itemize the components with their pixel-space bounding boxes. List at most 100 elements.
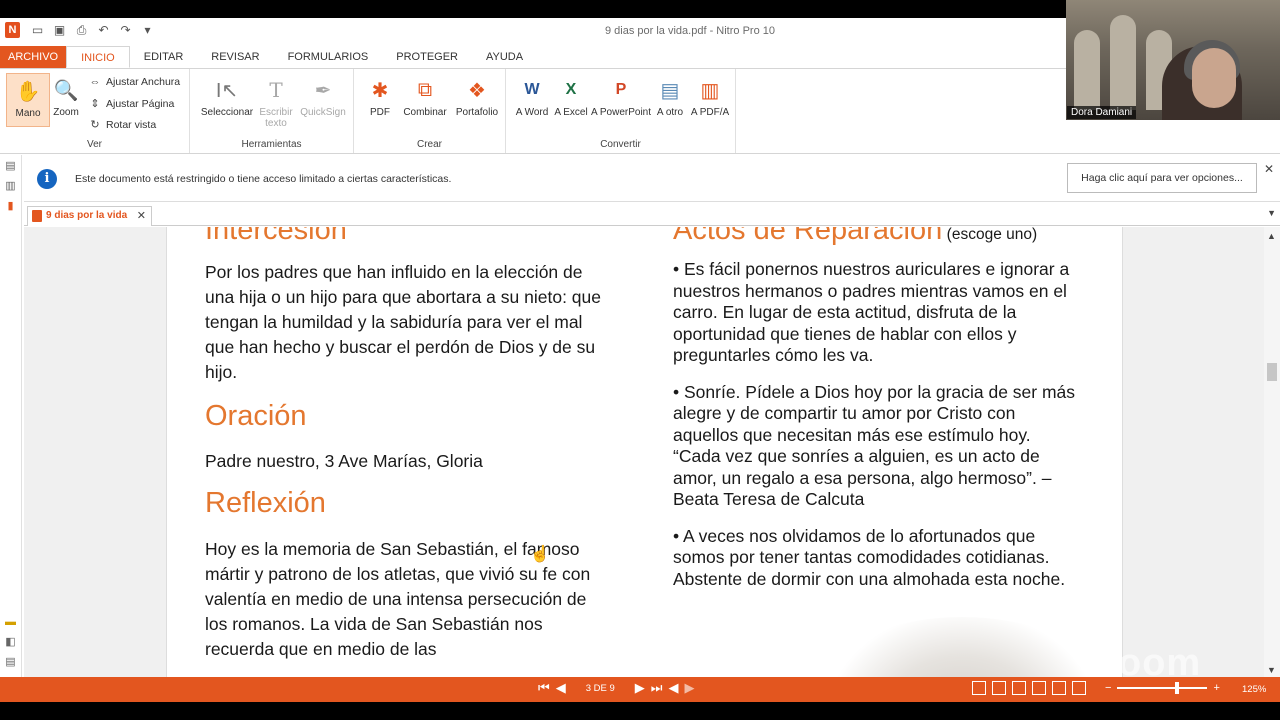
a-excel-button[interactable]: X A Excel [552,73,590,118]
group-label-convertir: Convertir [600,139,641,150]
tab-editar[interactable]: EDITAR [130,46,198,68]
paragraph-oracion: Padre nuestro, 3 Ave Marías, Gloria [205,451,483,471]
open-folder-icon[interactable]: ▭ [30,23,45,38]
bookmarks-panel-icon[interactable]: ▥ [4,179,17,193]
bullet-almohada: • A veces nos olvidamos de lo afortunado… [673,525,1066,589]
magnifier-icon: 🔍 [53,79,79,102]
document-tab-label: 9 dias por la vida [46,210,128,221]
portafolio-label: Portafolio [455,107,499,118]
word-icon: W [524,81,540,98]
a-word-label: A Word [515,107,549,118]
zoom-watermark-logo: zoom [1098,642,1202,684]
a-powerpoint-label: A PowerPoint [590,107,652,118]
paragraph-intercesion: Por los padres que han influido en la el… [205,262,601,382]
zoom-slider[interactable] [1117,682,1208,694]
tab-revisar[interactable]: REVISAR [197,46,273,68]
scrollbar-thumb[interactable] [1267,363,1277,381]
close-notice-icon[interactable]: ✕ [1264,162,1274,176]
page-decorative-image [832,617,1092,677]
combine-icon: ⧉ [417,78,433,101]
signatures-panel-icon[interactable]: ◧ [4,635,17,649]
pages-panel-icon[interactable]: ▤ [4,159,17,173]
split-view-icon[interactable] [1072,681,1086,695]
zoom-level[interactable]: 125% [1242,684,1266,695]
quicksign-button[interactable]: ✒ QuickSign [298,73,348,119]
first-page-icon[interactable]: ⏮ [538,680,550,696]
forward-view-icon[interactable]: ▶ [684,680,694,696]
zoom-button[interactable]: 🔍 Zoom [44,73,88,119]
comments-panel-icon[interactable]: ▬ [4,615,17,629]
group-label-herramientas: Herramientas [241,139,302,150]
view-options-button[interactable]: Haga clic aquí para ver opciones... [1067,163,1257,193]
participant-name: Dora Damiani [1067,106,1137,119]
rotar-vista-button[interactable]: ↻ Rotar vista [88,118,156,132]
seleccionar-label: Seleccionar [200,107,254,118]
tab-proteger[interactable]: PROTEGER [382,46,472,68]
combinar-label: Combinar [403,107,447,118]
heading-reflexion: Reflexión [205,487,326,519]
a-pdfa-button[interactable]: ▥ A PDF/A [688,73,732,119]
zoom-in-icon[interactable]: + [1213,682,1219,694]
ajustar-pagina-button[interactable]: ⇕ Ajustar Página [88,97,174,111]
excel-icon: X [565,81,577,98]
full-screen-view-icon[interactable] [1052,681,1066,695]
pdf-button[interactable]: ✱ PDF [358,73,402,119]
continuous-view-icon[interactable] [992,681,1006,695]
scroll-down-icon[interactable]: ▼ [1267,665,1276,675]
group-herramientas: I↖ Seleccionar T Escribir texto ✒ QuickS… [190,69,354,153]
close-tab-icon[interactable]: ✕ [137,207,146,225]
customize-icon[interactable]: ▾ [140,23,155,38]
fit-page-icon: ⇕ [90,98,100,110]
a-otro-label: A otro [656,107,684,118]
document-tabs: 9 dias por la vida ✕ ▼ [24,204,1280,226]
tab-archivo[interactable]: ARCHIVO [0,46,67,68]
previous-page-icon[interactable]: ◀ [556,680,566,696]
combinar-button[interactable]: ⧉ Combinar [400,73,450,119]
tab-inicio[interactable]: INICIO [66,46,130,68]
single-page-view-icon[interactable] [972,681,986,695]
back-view-icon[interactable]: ◀ [668,680,678,696]
undo-icon[interactable]: ↶ [96,23,111,38]
escribir-texto-button[interactable]: T Escribir texto [254,73,298,129]
tab-list-chevron-icon[interactable]: ▼ [1267,208,1276,218]
portfolio-icon: ❖ [468,79,486,102]
a-excel-label: A Excel [554,107,588,118]
other-format-icon: ▤ [660,79,680,102]
a-powerpoint-button[interactable]: P A PowerPoint [590,73,652,118]
document-tab[interactable]: 9 dias por la vida ✕ [27,206,152,226]
pdf-create-icon: ✱ [371,79,389,102]
tab-ayuda[interactable]: AYUDA [472,46,537,68]
ajustar-anchura-button[interactable]: ⇔ Ajustar Anchura [88,76,181,88]
window-title: 9 dias por la vida.pdf - Nitro Pro 10 [605,25,775,37]
facing-view-icon[interactable] [1012,681,1026,695]
print-icon[interactable]: ⎙ [74,23,89,38]
next-page-icon[interactable]: ▶ [635,680,645,696]
restriction-notice-bar: i Este documento está restringido o tien… [24,156,1280,202]
heading-actos-reparacion: Actos de Reparación [673,227,943,246]
save-icon[interactable]: ▣ [52,23,67,38]
pdf-file-icon [32,210,42,222]
output-panel-icon[interactable]: ▤ [4,655,17,669]
pdf-label: PDF [370,107,390,118]
redo-icon[interactable]: ↷ [118,23,133,38]
powerpoint-icon: P [615,81,627,98]
select-cursor-icon: I↖ [215,79,239,102]
quicksign-label: QuickSign [300,107,346,118]
portafolio-button[interactable]: ❖ Portafolio [452,73,502,119]
scroll-up-icon[interactable]: ▲ [1267,231,1276,241]
ajustar-anchura-label: Ajustar Anchura [106,76,181,88]
last-page-icon[interactable]: ⏭ [651,680,663,696]
right-column: Actos de Reparación (escoge uno) • Es fá… [673,227,1083,590]
a-word-button[interactable]: W A Word [510,73,554,118]
facing-continuous-view-icon[interactable] [1032,681,1046,695]
info-icon: i [37,169,57,189]
vertical-scrollbar[interactable]: ▲ ▼ [1264,227,1280,677]
a-otro-button[interactable]: ▤ A otro [650,73,690,119]
seleccionar-button[interactable]: I↖ Seleccionar [200,73,254,119]
document-viewport[interactable]: Intercesión Por los padres que han influ… [24,227,1264,677]
tab-formularios[interactable]: FORMULARIOS [274,46,383,68]
attachments-panel-icon[interactable]: ▮ [4,199,17,213]
nitro-window: N ▭ ▣ ⎙ ↶ ↷ ▾ 9 dias por la vida.pdf - N… [0,18,1280,702]
bullet-auriculares: • Es fácil ponernos nuestros auriculares… [673,259,1070,365]
page-indicator[interactable]: 3 DE 9 [586,683,615,694]
